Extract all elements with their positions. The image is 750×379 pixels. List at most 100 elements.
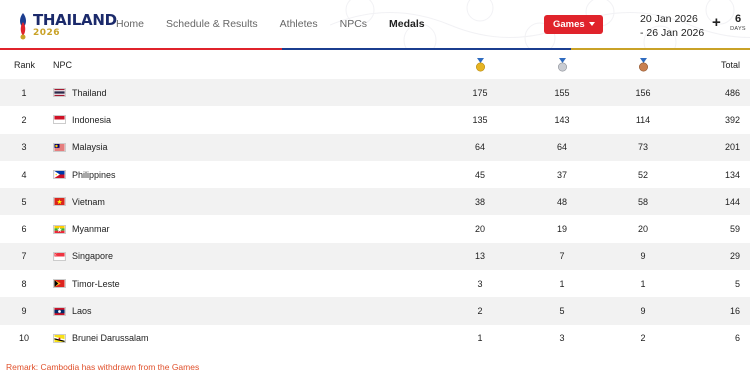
countdown: 6 DAYS — [728, 12, 748, 32]
nav-schedule-results[interactable]: Schedule & Results — [166, 18, 258, 30]
npc-cell[interactable]: Laos — [53, 297, 313, 324]
bronze-count: 1 — [640, 278, 646, 289]
bronze-count: 9 — [640, 251, 646, 262]
npc-cell[interactable]: Singapore — [53, 243, 313, 270]
silver-count: 143 — [554, 114, 570, 125]
nav-medals[interactable]: Medals — [389, 18, 425, 30]
npc-cell[interactable]: Myanmar — [53, 215, 313, 242]
total-count: 201 — [724, 142, 740, 153]
bronze-count: 2 — [640, 333, 646, 344]
rank-cell: 2 — [21, 114, 27, 125]
gold-count: 64 — [474, 142, 485, 153]
myanmar-flag-icon — [53, 224, 66, 234]
header-rank[interactable]: Rank — [6, 51, 38, 79]
philippines-flag-icon — [53, 170, 66, 180]
npc-cell[interactable]: Brunei Darussalam — [53, 325, 313, 352]
gold-count: 2 — [477, 306, 483, 317]
table-row[interactable]: 9 Laos 2 5 9 16 — [0, 297, 750, 325]
rank-cell: 1 — [21, 87, 27, 98]
rank-cell: 7 — [21, 251, 27, 262]
event-dates: 20 Jan 2026 - 26 Jan 2026 — [640, 12, 704, 40]
total-count: 6 — [734, 333, 740, 344]
total-count: 5 — [734, 278, 740, 289]
nav-athletes[interactable]: Athletes — [280, 18, 318, 30]
thailand-2026-logo[interactable]: THAILAND 2026 — [16, 9, 117, 43]
table-header: Rank NPC Total — [0, 51, 750, 79]
laos-flag-icon — [53, 306, 66, 316]
nav-home[interactable]: Home — [116, 18, 144, 30]
npc-name: Laos — [72, 306, 92, 317]
rank-cell: 10 — [18, 333, 29, 344]
header-gold[interactable] — [456, 51, 504, 79]
table-row[interactable]: 3 Malaysia 64 64 73 201 — [0, 133, 750, 161]
npc-cell[interactable]: Malaysia — [53, 134, 313, 161]
bronze-count: 52 — [637, 169, 648, 180]
table-row[interactable]: 4 Philippines 45 37 52 134 — [0, 161, 750, 188]
table-row[interactable]: 5 Vietnam 38 48 58 144 — [0, 188, 750, 216]
timor-leste-flag-icon — [53, 279, 66, 289]
thailand-flag-icon — [53, 88, 66, 98]
end-date: - 26 Jan 2026 — [640, 27, 705, 39]
start-date: 20 Jan 2026 — [640, 13, 698, 25]
brand-name: THAILAND — [33, 11, 117, 29]
nav-npcs[interactable]: NPCs — [340, 18, 367, 30]
header-npc[interactable]: NPC — [53, 51, 313, 79]
bronze-count: 114 — [635, 114, 651, 125]
npc-name: Myanmar — [72, 224, 110, 235]
table-row[interactable]: 6 Myanmar 20 19 20 59 — [0, 215, 750, 242]
npc-cell[interactable]: Vietnam — [53, 188, 313, 215]
total-count: 486 — [724, 87, 740, 98]
rank-cell: 4 — [21, 169, 27, 180]
singapore-flag-icon — [53, 251, 66, 261]
gold-count: 175 — [472, 87, 488, 98]
table-row[interactable]: 7 Singapore 13 7 9 29 — [0, 242, 750, 271]
games-emblem-icon — [20, 13, 26, 40]
malaysia-flag-icon — [53, 142, 66, 152]
total-count: 16 — [729, 306, 740, 317]
rank-cell: 6 — [21, 224, 27, 235]
table-row[interactable]: 2 Indonesia 135 143 114 392 — [0, 106, 750, 133]
npc-cell[interactable]: Philippines — [53, 161, 313, 188]
total-count: 392 — [724, 114, 740, 125]
total-count: 59 — [729, 224, 740, 235]
header-silver[interactable] — [538, 51, 586, 79]
npc-name: Vietnam — [72, 196, 105, 207]
total-count: 134 — [724, 169, 740, 180]
games-dropdown-button[interactable]: Games — [544, 15, 603, 34]
header-total[interactable]: Total — [700, 51, 740, 79]
rank-cell: 3 — [21, 142, 27, 153]
gold-count: 1 — [477, 333, 483, 344]
bronze-count: 9 — [640, 306, 646, 317]
header-bronze[interactable] — [619, 51, 667, 79]
header-color-stripe — [0, 48, 750, 50]
games-button-label: Games — [553, 19, 585, 30]
npc-cell[interactable]: Timor-Leste — [53, 270, 313, 297]
npc-cell[interactable]: Thailand — [53, 79, 313, 106]
silver-count: 19 — [556, 224, 567, 235]
brunei-flag-icon — [53, 333, 66, 343]
silver-medal-icon — [557, 58, 567, 72]
npc-name: Thailand — [72, 87, 107, 98]
silver-count: 3 — [559, 333, 565, 344]
medal-table: Rank NPC Total 1 Thailand 175 155 156 48… — [0, 51, 750, 352]
bronze-count: 73 — [637, 142, 648, 153]
gold-count: 45 — [474, 169, 485, 180]
table-row[interactable]: 10 Brunei Darussalam 1 3 2 6 — [0, 325, 750, 352]
total-count: 144 — [724, 196, 740, 207]
rank-cell: 5 — [21, 196, 27, 207]
npc-name: Malaysia — [72, 142, 108, 153]
bronze-count: 58 — [637, 196, 648, 207]
bronze-medal-icon — [638, 58, 648, 72]
table-row[interactable]: 1 Thailand 175 155 156 486 — [0, 79, 750, 107]
silver-count: 64 — [556, 142, 567, 153]
silver-count: 1 — [559, 278, 565, 289]
bronze-count: 156 — [635, 87, 651, 98]
npc-name: Singapore — [72, 251, 114, 262]
vietnam-flag-icon — [53, 197, 66, 207]
rank-cell: 8 — [21, 278, 27, 289]
silver-count: 37 — [556, 169, 567, 180]
indonesia-flag-icon — [53, 115, 66, 125]
silver-count: 48 — [556, 196, 567, 207]
table-row[interactable]: 8 Timor-Leste 3 1 1 5 — [0, 270, 750, 297]
npc-cell[interactable]: Indonesia — [53, 106, 313, 133]
